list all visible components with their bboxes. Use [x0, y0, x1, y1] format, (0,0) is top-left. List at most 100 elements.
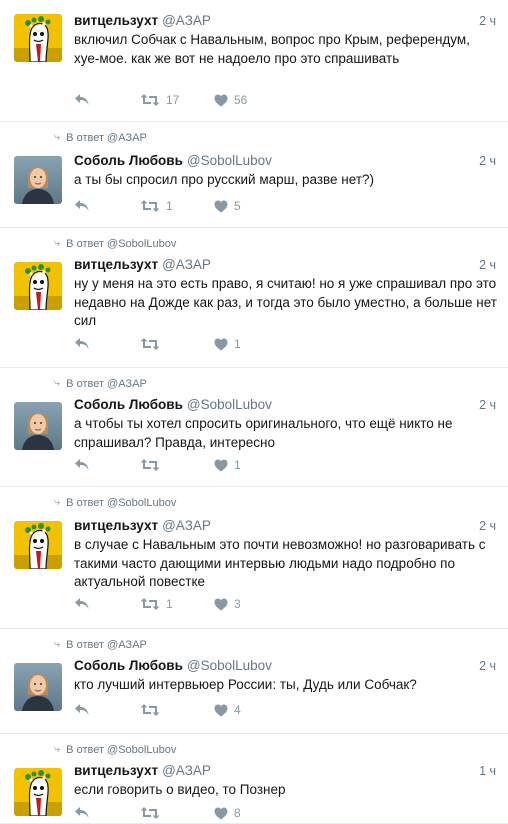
tweet-header: Соболь Любовь @SobolLubov 2 ч — [74, 152, 496, 170]
author-handle[interactable]: @AЗAP — [162, 257, 211, 272]
tweet-header: Соболь Любовь @SobolLubov 2 ч — [74, 657, 496, 675]
photo-avatar-image — [14, 402, 62, 450]
tweet[interactable]: ⤷ В ответ @SobolLubov витцельзухт @AЗAP 1… — [0, 734, 508, 824]
author-name[interactable]: Соболь Любовь — [74, 658, 183, 673]
tweet-time[interactable]: 2 ч — [479, 152, 496, 170]
cartoon-avatar-image — [14, 521, 62, 569]
reply-icon — [74, 597, 90, 611]
reply-context-text[interactable]: В ответ @SobolLubov — [66, 238, 176, 250]
reply-icon — [74, 703, 90, 717]
author-name[interactable]: Соболь Любовь — [74, 397, 183, 412]
like-button[interactable]: 5 — [214, 199, 241, 213]
tweet-header: витцельзухт @AЗAP 2 ч — [74, 517, 496, 535]
tweet[interactable]: ⤷ В ответ @AЗAP Соболь Любовь @SobolLubov… — [0, 629, 508, 734]
reply-context: ⤷ В ответ @AЗAP — [54, 131, 147, 144]
author-handle[interactable]: @AЗAP — [162, 518, 211, 533]
author-name[interactable]: витцельзухт — [74, 763, 158, 778]
reply-context-text[interactable]: В ответ @AЗAP — [66, 378, 147, 390]
tweet-header: витцельзухт @AЗAP 2 ч — [74, 12, 496, 30]
tweet-header: витцельзухт @AЗAP 2 ч — [74, 256, 496, 274]
retweet-button[interactable]: 1 — [140, 199, 173, 213]
reply-button[interactable] — [74, 806, 90, 820]
tweet[interactable]: ⤷ витцельзухт@AЗAP 2 ч включил Собчак с … — [0, 0, 508, 122]
avatar[interactable] — [14, 521, 62, 569]
reply-button[interactable] — [74, 597, 90, 611]
like-button[interactable]: 4 — [214, 703, 241, 717]
reply-context-text[interactable]: В ответ @SobolLubov — [66, 744, 176, 756]
reply-context: ⤷ В ответ @SobolLubov — [54, 237, 176, 250]
avatar[interactable] — [14, 402, 62, 450]
author-handle[interactable]: @AЗAP — [162, 13, 211, 28]
like-count: 1 — [234, 458, 241, 472]
avatar[interactable] — [14, 14, 62, 62]
tweet-text: ну у меня на это есть право, я считаю! н… — [74, 276, 497, 328]
retweet-button[interactable] — [140, 337, 166, 351]
retweet-icon — [140, 93, 160, 107]
like-button[interactable]: 56 — [214, 93, 247, 107]
photo-avatar-image — [14, 156, 62, 204]
like-button[interactable]: 1 — [214, 337, 241, 351]
author-handle[interactable]: @AЗAP — [162, 763, 211, 778]
reply-context: ⤷ В ответ @AЗAP — [54, 377, 147, 390]
reply-button[interactable] — [74, 93, 90, 107]
author-handle[interactable]: @SobolLubov — [187, 153, 272, 168]
cartoon-avatar-image — [14, 768, 62, 816]
like-button[interactable]: 8 — [214, 806, 241, 820]
retweet-button[interactable]: 1 — [140, 597, 173, 611]
retweet-count: 1 — [166, 597, 173, 611]
cartoon-avatar-image — [14, 14, 62, 62]
heart-icon — [214, 704, 228, 717]
reply-context: ⤷ В ответ @SobolLubov — [54, 743, 176, 756]
reply-button[interactable] — [74, 458, 90, 472]
reply-context: ⤷ В ответ @SobolLubov — [54, 496, 176, 509]
retweet-button[interactable] — [140, 703, 166, 717]
tweet-time[interactable]: 2 ч — [479, 256, 496, 274]
author-handle[interactable]: @SobolLubov — [187, 397, 272, 412]
tweet-time[interactable]: 2 ч — [479, 12, 496, 30]
tweet-time[interactable]: 2 ч — [479, 657, 496, 675]
tweet[interactable]: ⤷ В ответ @SobolLubov витцельзухт @AЗAP 2… — [0, 228, 508, 368]
like-count: 8 — [234, 806, 241, 820]
heart-icon — [214, 807, 228, 820]
reply-context-arrow-icon: ⤷ — [54, 237, 61, 249]
avatar[interactable] — [14, 156, 62, 204]
heart-icon — [214, 94, 228, 107]
reply-button[interactable] — [74, 199, 90, 213]
reply-context-text[interactable]: В ответ @AЗAP — [66, 132, 147, 144]
author-handle[interactable]: @SobolLubov — [187, 658, 272, 673]
reply-context-text[interactable]: В ответ @SobolLubov — [66, 497, 176, 509]
heart-icon — [214, 338, 228, 351]
retweet-button[interactable]: 17 — [140, 93, 179, 107]
reply-button[interactable] — [74, 703, 90, 717]
tweet-time[interactable]: 2 ч — [479, 396, 496, 414]
retweet-icon — [140, 337, 160, 351]
tweet[interactable]: ⤷ В ответ @SobolLubov витцельзухт @AЗAP 2… — [0, 487, 508, 629]
tweet-text: кто лучший интервьюер России: ты, Дудь и… — [74, 677, 417, 692]
reply-button[interactable] — [74, 337, 90, 351]
retweet-button[interactable] — [140, 806, 166, 820]
like-button[interactable]: 3 — [214, 597, 241, 611]
tweet[interactable]: ⤷ В ответ @AЗAP Соболь Любовь @SobolLubov… — [0, 122, 508, 228]
tweet-time[interactable]: 2 ч — [479, 517, 496, 535]
reply-context-arrow-icon: ⤷ — [54, 638, 61, 650]
tweet-thread: ⤷ витцельзухт @AЗAP 2 ч включил Собчак с … — [0, 0, 508, 824]
retweet-button[interactable] — [140, 458, 166, 472]
author-name[interactable]: витцельзухт — [74, 257, 158, 272]
retweet-count: 17 — [166, 93, 180, 107]
author-name[interactable]: витцельзухт — [74, 518, 158, 533]
tweet[interactable]: ⤷ В ответ @AЗAP Соболь Любовь @SobolLubov… — [0, 368, 508, 487]
avatar[interactable] — [14, 663, 62, 711]
like-count: 3 — [234, 597, 241, 611]
tweet-text: а ты бы спросил про русский марш, разве … — [74, 172, 375, 187]
avatar[interactable] — [14, 262, 62, 310]
tweet-time[interactable]: 1 ч — [479, 762, 496, 780]
retweet-icon — [140, 597, 160, 611]
author-name[interactable]: Соболь Любовь — [74, 153, 183, 168]
reply-icon — [74, 199, 90, 213]
reply-icon — [74, 806, 90, 820]
like-button[interactable]: 1 — [214, 458, 241, 472]
tweet-text: если говорить о видео, то Познер — [74, 782, 286, 797]
reply-context-text[interactable]: В ответ @AЗAP — [66, 639, 147, 651]
author-name[interactable]: витцельзухт — [74, 13, 158, 28]
avatar[interactable] — [14, 768, 62, 816]
